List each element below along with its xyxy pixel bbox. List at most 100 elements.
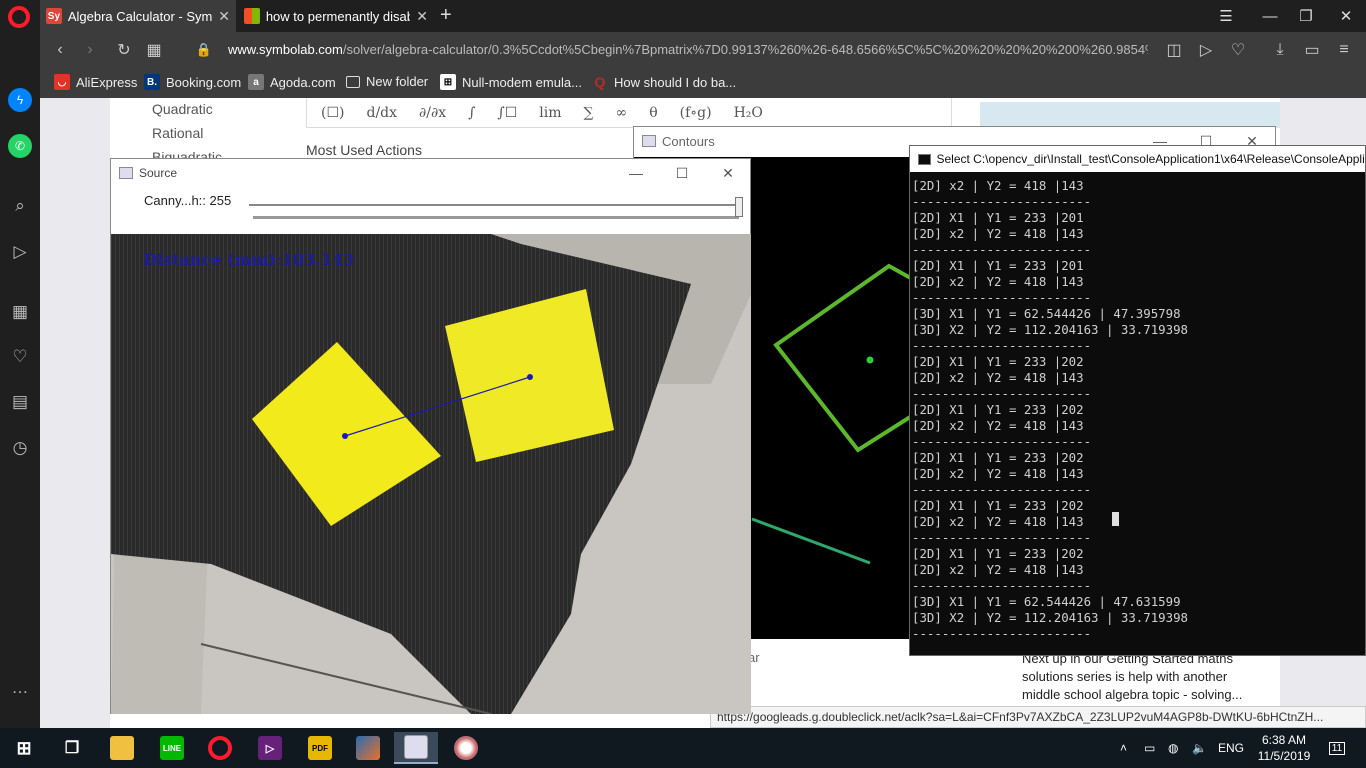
language-indicator[interactable]: ENG [1218, 728, 1244, 768]
console-output: [2D] x2 | Y2 = 418 |143 -----------------… [912, 178, 1364, 642]
minimize-icon[interactable]: — [1250, 0, 1290, 32]
tab-symbolab[interactable]: Sy Algebra Calculator - Symbolab ✕ [40, 0, 236, 32]
toolbar-symbol[interactable]: ∫☐ [497, 105, 517, 121]
task-view-icon[interactable]: ❐ [50, 732, 94, 764]
back-icon[interactable]: ‹ [48, 38, 72, 62]
reload-icon[interactable]: ↻ [112, 38, 136, 62]
messenger-icon[interactable]: ϟ [8, 88, 32, 112]
clock[interactable]: 6:38 AM 11/5/2019 [1258, 728, 1311, 768]
bookmark-label: Booking.com [166, 74, 242, 90]
network-icon[interactable]: ◍ [1168, 728, 1178, 768]
bookmark-agoda[interactable]: a Agoda.com [248, 74, 336, 90]
notification-center-icon[interactable]: 11 [1322, 728, 1352, 768]
visual-studio-icon[interactable]: ▷ [248, 732, 292, 764]
close-tab-icon[interactable]: ✕ [218, 8, 230, 25]
bookmark-quora[interactable]: Q How should I do ba... [592, 74, 737, 90]
toolbar-symbol[interactable]: (☐) [321, 105, 344, 121]
console-line: [2D] x2 | Y2 = 418 |143 [912, 418, 1084, 433]
opera-icon[interactable] [198, 732, 242, 764]
download-icon[interactable]: ⤓ [1268, 38, 1292, 62]
tab-menu-icon[interactable]: ☰ [1206, 0, 1246, 32]
nullmodem-icon: ⊞ [440, 74, 456, 90]
console-line: [2D] X1 | Y1 = 233 |201 [912, 210, 1084, 225]
tabs-grid-icon[interactable]: ▦ [142, 38, 166, 62]
toolbar-symbol[interactable]: (f∘g) [680, 105, 712, 121]
canny-trackbar[interactable] [249, 197, 743, 219]
battery-icon[interactable]: ▭ [1144, 728, 1155, 768]
toolbar-symbol[interactable]: d/dx [366, 105, 397, 121]
console-icon [918, 153, 931, 165]
tab-label: how to permenantly disable [265, 8, 411, 24]
forward-icon[interactable]: › [78, 38, 102, 62]
tab-microsoft[interactable]: how to permenantly disable ✕ [238, 0, 434, 32]
console-line: [2D] x2 | Y2 = 418 |143 [912, 226, 1084, 241]
line-icon[interactable]: LINE [150, 732, 194, 764]
whatsapp-icon[interactable]: ✆ [8, 134, 32, 158]
volume-icon[interactable]: 🔈 [1192, 728, 1207, 768]
window-titlebar: Select C:\opencv_dir\Install_test\Consol… [910, 146, 1365, 172]
source-window: Source — ☐ ✕ Canny...h:: 255 Distance (m… [110, 158, 751, 714]
text-cursor [1112, 512, 1119, 526]
toolbar-symbol[interactable]: ∑ [584, 105, 594, 121]
search-icon[interactable]: ⌕ [8, 194, 32, 218]
bookmark-new-folder[interactable]: New folder [346, 74, 428, 89]
console-line: [2D] x2 | Y2 = 418 |143 [912, 562, 1084, 577]
article-snippet[interactable]: Next up in our Getting Started maths sol… [1022, 650, 1262, 704]
speed-dial-icon[interactable]: ▦ [8, 300, 32, 324]
url-field[interactable]: www.symbolab.com/solver/algebra-calculat… [228, 42, 1148, 57]
toolbar-symbol[interactable]: ∂/∂x [419, 105, 446, 121]
console-line: [2D] X1 | Y1 = 233 |201 [912, 258, 1084, 273]
news-icon[interactable]: ▤ [8, 390, 32, 414]
send-icon[interactable]: ▷ [1194, 38, 1218, 62]
menu-rational[interactable]: Rational [152, 125, 203, 141]
easy-setup-icon[interactable]: ≡ [1332, 38, 1356, 62]
new-tab-button[interactable]: + [440, 4, 452, 27]
send-icon[interactable]: ▷ [8, 240, 32, 264]
close-icon[interactable]: ✕ [705, 159, 751, 187]
notification-count: 11 [1328, 741, 1346, 755]
file-explorer-icon[interactable] [100, 732, 144, 764]
start-icon[interactable]: ⊞ [2, 732, 46, 764]
console-line: ------------------------ [912, 386, 1092, 401]
toolbar-symbol[interactable]: θ [649, 105, 657, 121]
maximize-icon[interactable]: ☐ [659, 159, 705, 187]
camera-icon[interactable]: ◫ [1162, 38, 1186, 62]
math-toolbar: (☐) d/dx ∂/∂x ∫ ∫☐ lim ∑ ∞ θ (f∘g) H₂O [306, 98, 952, 128]
close-window-icon[interactable]: ✕ [1326, 0, 1366, 32]
toolbar-symbol[interactable]: H₂O [734, 105, 763, 121]
window-title: Contours [662, 133, 715, 149]
more-icon[interactable]: … [8, 676, 32, 700]
battery-saver-icon[interactable]: ▭ [1300, 38, 1324, 62]
matlab-icon[interactable] [346, 732, 390, 764]
opera-menu-icon[interactable] [8, 6, 30, 28]
console-line: [2D] x2 | Y2 = 418 |143 [912, 274, 1084, 289]
status-url: https://googleads.g.doubleclick.net/aclk… [710, 706, 1366, 728]
toolbar-symbol[interactable]: ∞ [616, 105, 628, 121]
heart-icon[interactable]: ♡ [8, 345, 32, 369]
menu-quadratic[interactable]: Quadratic [152, 101, 213, 117]
tray-chevron-icon[interactable]: ˄ [1120, 728, 1127, 768]
trackbar-thumb[interactable] [735, 197, 743, 217]
restore-icon[interactable]: ❐ [1286, 0, 1326, 32]
console-line: ------------------------ [912, 242, 1092, 257]
pdf-icon[interactable]: PDF [298, 732, 342, 764]
console-line: [2D] x2 | Y2 = 418 |143 [912, 370, 1084, 385]
console-line: [2D] x2 | Y2 = 418 |143 [912, 466, 1084, 481]
console-line: ------------------------ [912, 626, 1092, 641]
toolbar-symbol[interactable]: ∫ [468, 105, 475, 121]
most-used-actions[interactable]: Most Used Actions [306, 142, 422, 158]
heart-icon[interactable]: ♡ [1226, 38, 1250, 62]
center-point-right [527, 374, 533, 380]
console-line: [3D] X1 | Y1 = 62.544426 | 47.395798 [912, 306, 1181, 321]
bookmark-aliexpress[interactable]: ◡ AliExpress [54, 74, 137, 90]
toolbar-symbol[interactable]: lim [539, 105, 561, 121]
history-icon[interactable]: ◷ [8, 436, 32, 460]
ad-banner[interactable] [980, 102, 1280, 128]
paint-icon[interactable] [444, 732, 488, 764]
close-tab-icon[interactable]: ✕ [416, 8, 428, 25]
console-app-icon[interactable] [394, 732, 438, 764]
minimize-icon[interactable]: — [613, 159, 659, 187]
bookmark-booking[interactable]: B. Booking.com [144, 74, 241, 90]
bookmark-null-modem[interactable]: ⊞ Null-modem emula... [440, 74, 582, 90]
console-line: ------------------------ [912, 434, 1092, 449]
